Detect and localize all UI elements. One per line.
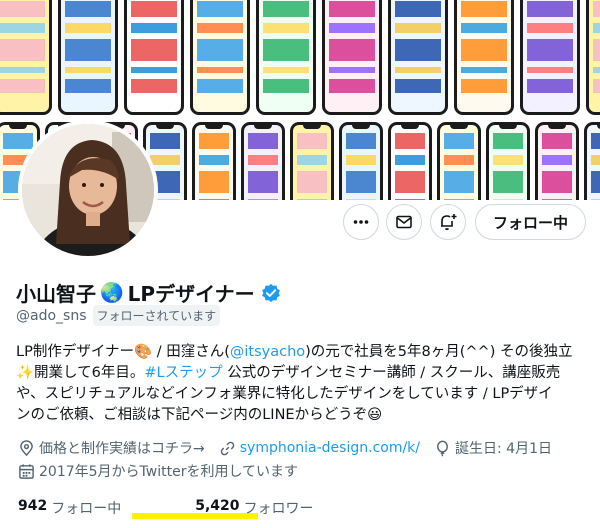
avatar-photo [22, 124, 154, 256]
lp-thumbnail [584, 122, 600, 200]
category-item: 価格と制作実績はコチラ→ [18, 438, 205, 458]
category-text: 価格と制作実績はコチラ→ [39, 441, 205, 457]
lp-thumbnail [586, 0, 600, 115]
birthday-item: 誕生日: 4月1日 [434, 438, 552, 458]
follow-counts: 942 フォロー中 5,420 フォロワー [18, 498, 334, 518]
name-row: 小山智子 🌏 LPデザイナー [16, 278, 281, 307]
bio-line-4: ンのご依頼、ご相談は下記ページ内のLINEからどうぞ😃 [16, 407, 383, 423]
follows-you-badge: フォローされています [92, 305, 221, 326]
followers-count: 5,420 [195, 498, 240, 514]
bio-text: ✨開業して6年目。 [16, 365, 145, 381]
message-button[interactable] [386, 204, 422, 240]
lp-thumbnail [454, 0, 514, 115]
bio-line-1: LP制作デザイナー🎨 / 田窪さん(@itsyacho)の元で社員を5年8ヶ月(… [16, 342, 588, 363]
joined-item: 2017年5月からTwitterを利用しています [18, 461, 298, 481]
bell-plus-icon [441, 214, 457, 231]
following-count-link[interactable]: 942 フォロー中 [18, 498, 121, 518]
following-button[interactable]: フォロー中 [475, 204, 586, 240]
lp-thumbnail [520, 0, 580, 115]
lp-thumbnail [339, 122, 383, 200]
notify-button[interactable] [430, 204, 466, 240]
bio-line-3: や、スピリチュアルなどインフォ業界に特化したデザインをしています / LPデザイ [16, 386, 553, 402]
birthday-text: 誕生日: 4月1日 [455, 441, 552, 457]
bio-text: )の元で社員を5年8ヶ月(^^) その後独立 [305, 344, 573, 360]
avatar[interactable] [18, 120, 158, 260]
hashtag-link[interactable]: #Lステップ [144, 365, 222, 381]
verified-badge-icon[interactable] [261, 283, 281, 303]
handle: @ado_sns [16, 307, 87, 324]
location-pin-icon [20, 439, 33, 456]
bio-text: LP制作デザイナー🎨 / 田窪さん( [16, 344, 230, 360]
lp-thumbnail [535, 122, 579, 200]
lp-thumbnail [486, 122, 530, 200]
lp-thumbnail [58, 0, 118, 115]
bio-line-2: ✨開業して6年目。#Lステップ 公式のデザインセミナー講師 / スクール、講座販… [16, 363, 588, 384]
lp-thumbnail [124, 0, 184, 115]
following-label: フォロー中 [51, 501, 122, 517]
mention-link[interactable]: @itsyacho [230, 344, 305, 360]
following-count: 942 [18, 498, 48, 514]
lp-thumbnail [192, 122, 236, 200]
handle-row: @ado_sns フォローされています [16, 305, 221, 326]
followers-count-link[interactable]: 5,420 フォロワー [195, 498, 313, 518]
lp-thumbnail [322, 0, 382, 115]
followers-label: フォロワー [243, 501, 314, 517]
mail-icon [396, 215, 412, 229]
lp-thumbnail [190, 0, 250, 115]
lp-thumbnail [290, 122, 334, 200]
more-icon [353, 220, 369, 224]
more-button[interactable] [343, 204, 379, 240]
website-item[interactable]: symphonia-design.com/k/ [219, 440, 420, 457]
display-name-suffix: LPデザイナー [127, 282, 255, 306]
lp-thumbnail [388, 0, 448, 115]
lp-thumbnail [241, 122, 285, 200]
link-icon [220, 441, 234, 455]
lp-thumbnail [437, 122, 481, 200]
website-link[interactable]: symphonia-design.com/k/ [240, 440, 420, 456]
globe-emoji: 🌏 [100, 282, 124, 304]
profile-meta: 価格と制作実績はコチラ→ symphonia-design.com/k/ 誕生日… [18, 438, 566, 458]
balloon-icon [437, 440, 448, 457]
lp-thumbnail [388, 122, 432, 200]
calendar-icon [19, 463, 34, 479]
joined-row: 2017年5月からTwitterを利用しています [18, 461, 312, 481]
bio: LP制作デザイナー🎨 / 田窪さん(@itsyacho)の元で社員を5年8ヶ月(… [16, 342, 588, 426]
lp-thumbnail [256, 0, 316, 115]
lp-thumbnail [0, 0, 52, 115]
joined-text: 2017年5月からTwitterを利用しています [39, 464, 299, 480]
display-name: 小山智子 [16, 282, 96, 306]
bio-text: 公式のデザインセミナー講師 / スクール、講座販売 [222, 365, 561, 381]
